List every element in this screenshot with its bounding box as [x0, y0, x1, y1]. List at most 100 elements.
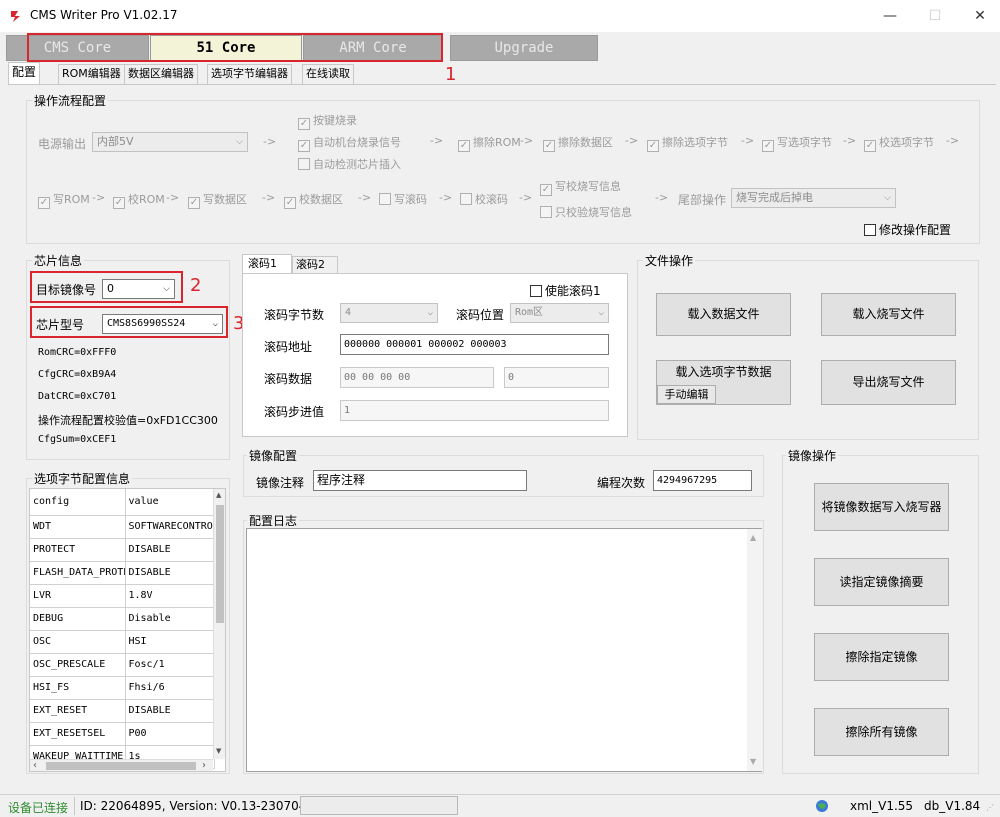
tab-roll-1[interactable]: 滚码1 — [242, 254, 292, 274]
config-cell[interactable]: HSI_FS — [30, 676, 126, 700]
program-count-input[interactable]: 4294967295 — [653, 470, 752, 491]
tab-online-read[interactable]: 在线读取 — [302, 64, 354, 84]
write-verify-info-checkbox[interactable]: ✓ 写校烧写信息 — [540, 178, 621, 196]
tab-config[interactable]: 配置 — [8, 62, 41, 84]
scroll-down-icon[interactable]: ▼ — [216, 747, 221, 755]
hscrollbar-thumb[interactable] — [46, 762, 196, 770]
tail-label: 尾部操作 — [678, 193, 727, 207]
scroll-down-icon[interactable]: ▼ — [750, 757, 756, 766]
load-burn-file-button[interactable]: 载入烧写文件 — [821, 293, 956, 336]
table-row[interactable]: WDT SOFTWARECONTRO — [30, 515, 215, 539]
tab-data-editor[interactable]: 数据区编辑器 — [124, 64, 198, 84]
erase-all-mirrors-button[interactable]: 擦除所有镜像 — [814, 708, 949, 756]
erase-rom-checkbox[interactable]: ✓ 擦除ROM — [458, 134, 521, 152]
scroll-left-icon[interactable]: ‹ — [33, 760, 37, 771]
table-row[interactable]: EXT_RESETSEL P00 — [30, 722, 215, 746]
key-burn-checkbox[interactable]: ✓ 按键烧录 — [298, 112, 357, 130]
maximize-icon[interactable]: ☐ — [925, 6, 945, 26]
tab-upgrade[interactable]: Upgrade — [450, 35, 598, 61]
progress-bar — [300, 796, 458, 815]
table-row[interactable]: LVR 1.8V — [30, 584, 215, 608]
value-cell[interactable]: Fosc/1 — [125, 653, 215, 677]
config-cell[interactable]: OSC_PRESCALE — [30, 653, 126, 677]
vertical-scrollbar[interactable]: ▲ ▼ — [213, 489, 225, 759]
write-data-checkbox[interactable]: ✓ 写数据区 — [188, 191, 247, 209]
write-mirror-button[interactable]: 将镜像数据写入烧写器 — [814, 483, 949, 531]
resize-grip-icon[interactable]: ⋰ — [986, 803, 994, 812]
config-cell[interactable]: EXT_RESETSEL — [30, 722, 126, 746]
table-row[interactable]: FLASH_DATA_PROTE DISABLE — [30, 561, 215, 585]
scroll-up-icon[interactable]: ▲ — [216, 491, 221, 499]
value-cell[interactable]: P00 — [125, 722, 215, 746]
verify-info-only-checkbox[interactable]: 只校验烧写信息 — [540, 204, 632, 220]
write-rom-checkbox[interactable]: ✓ 写ROM — [38, 191, 90, 209]
close-icon[interactable]: ✕ — [970, 6, 990, 26]
power-label: 电源输出 — [38, 137, 87, 151]
roll-pos-select[interactable]: Rom区 ⌵ — [510, 303, 609, 323]
value-cell[interactable]: HSI — [125, 630, 215, 654]
table-row[interactable]: OSC HSI — [30, 630, 215, 654]
erase-mirror-button[interactable]: 擦除指定镜像 — [814, 633, 949, 681]
value-cell[interactable]: SOFTWARECONTRO — [125, 515, 215, 539]
manual-edit-button[interactable]: 手动编辑 — [657, 385, 716, 404]
config-cell[interactable]: PROTECT — [30, 538, 126, 562]
write-option-checkbox[interactable]: ✓ 写选项字节 — [762, 134, 832, 152]
value-cell[interactable]: 1.8V — [125, 584, 215, 608]
config-cell[interactable]: LVR — [30, 584, 126, 608]
erase-option-checkbox[interactable]: ✓ 擦除选项字节 — [647, 134, 728, 152]
verify-roll-checkbox[interactable]: 校滚码 — [460, 191, 508, 207]
config-cell[interactable]: OSC — [30, 630, 126, 654]
scroll-right-icon[interactable]: › — [202, 760, 206, 771]
export-burn-file-button[interactable]: 导出烧写文件 — [821, 360, 956, 405]
config-cell[interactable]: FLASH_DATA_PROTE — [30, 561, 126, 585]
table-row[interactable]: HSI_FS Fhsi/6 — [30, 676, 215, 700]
minimize-icon[interactable]: — — [880, 6, 900, 26]
table-row[interactable]: EXT_RESET DISABLE — [30, 699, 215, 723]
config-log-textarea[interactable]: ▲ ▼ — [246, 528, 762, 772]
model-select[interactable]: CMS8S6990SS24 ⌵ — [102, 314, 223, 334]
enable-roll-checkbox[interactable]: 使能滚码1 — [530, 282, 601, 299]
erase-data-checkbox[interactable]: ✓ 擦除数据区 — [543, 134, 613, 152]
verify-rom-checkbox[interactable]: ✓ 校ROM — [113, 191, 165, 209]
tab-option-editor[interactable]: 选项字节编辑器 — [207, 64, 292, 84]
table-row[interactable]: OSC_PRESCALE Fosc/1 — [30, 653, 215, 677]
value-cell[interactable]: Fhsi/6 — [125, 676, 215, 700]
scroll-up-icon[interactable]: ▲ — [750, 533, 756, 542]
config-cell[interactable]: EXT_RESET — [30, 699, 126, 723]
value-cell[interactable]: DISABLE — [125, 561, 215, 585]
modify-config-checkbox[interactable]: 修改操作配置 — [864, 221, 951, 238]
roll-data-input[interactable]: 00 00 00 00 — [340, 367, 494, 388]
tab-roll-2[interactable]: 滚码2 — [292, 256, 338, 274]
tab-rom-editor[interactable]: ROM编辑器 — [58, 64, 125, 84]
config-cell[interactable]: WDT — [30, 515, 126, 539]
db-version: db_V1.84 — [924, 799, 981, 813]
value-cell[interactable]: Disable — [125, 607, 215, 631]
load-data-file-button[interactable]: 载入数据文件 — [656, 293, 791, 336]
power-select[interactable]: 内部5V ⌵ — [92, 132, 248, 152]
auto-detect-checkbox[interactable]: 自动检测芯片插入 — [298, 156, 401, 172]
mirror-select[interactable]: 0 ⌵ — [102, 279, 175, 299]
value-cell[interactable]: DISABLE — [125, 538, 215, 562]
roll-data-input-2[interactable]: 0 — [504, 367, 609, 388]
log-scrollbar[interactable]: ▲ ▼ — [747, 529, 762, 771]
tail-select[interactable]: 烧写完成后掉电 ⌵ — [731, 188, 896, 208]
read-mirror-summary-button[interactable]: 读指定镜像摘要 — [814, 558, 949, 606]
col-header-value[interactable]: value — [125, 489, 215, 516]
roll-step-input[interactable]: 1 — [340, 400, 609, 421]
col-header-config[interactable]: config — [30, 489, 126, 516]
roll-bytes-select[interactable]: 4 ⌵ — [340, 303, 438, 323]
file-ops-group — [637, 260, 979, 440]
horizontal-scrollbar[interactable]: ‹ › — [30, 759, 213, 771]
config-cell[interactable]: DEBUG — [30, 607, 126, 631]
auto-signal-checkbox[interactable]: ✓ 自动机台烧录信号 — [298, 134, 401, 152]
mirror-note-input[interactable]: 程序注释 — [313, 470, 527, 491]
value-cell[interactable]: DISABLE — [125, 699, 215, 723]
verify-data-checkbox[interactable]: ✓ 校数据区 — [284, 191, 343, 209]
table-row[interactable]: DEBUG Disable — [30, 607, 215, 631]
verify-option-checkbox[interactable]: ✓ 校选项字节 — [864, 134, 934, 152]
write-roll-checkbox[interactable]: 写滚码 — [379, 191, 427, 207]
roll-addr-input[interactable]: 000000 000001 000002 000003 — [340, 334, 609, 355]
flow-arrow: -> — [358, 191, 372, 204]
scrollbar-thumb[interactable] — [216, 505, 224, 623]
table-row[interactable]: PROTECT DISABLE — [30, 538, 215, 562]
